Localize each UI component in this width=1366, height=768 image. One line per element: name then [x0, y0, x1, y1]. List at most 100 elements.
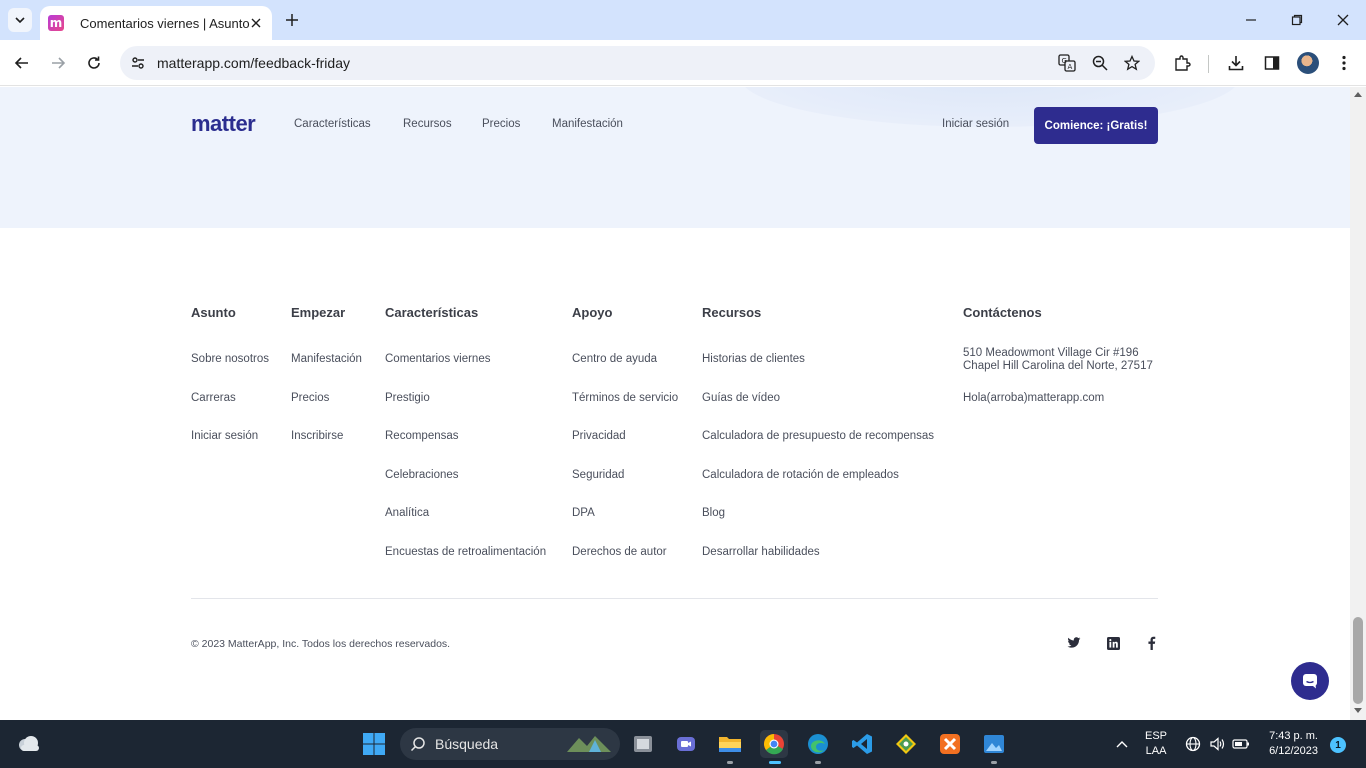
tab-close-button[interactable] [248, 15, 264, 31]
translate-button[interactable]: GA [1057, 53, 1077, 73]
footer-link[interactable]: Celebraciones [385, 469, 546, 508]
input-language[interactable]: ESP LAA [1145, 729, 1167, 759]
footer-link[interactable]: Analítica [385, 507, 546, 546]
get-started-button[interactable]: Comience: ¡Gratis! [1034, 107, 1158, 144]
edge-icon [808, 734, 828, 754]
footer-link[interactable]: Seguridad [572, 469, 678, 508]
footer-link[interactable]: Calculadora de presupuesto de recompensa… [702, 430, 934, 469]
zoom-out-icon [1092, 55, 1108, 71]
footer-link[interactable]: Guías de vídeo [702, 392, 934, 431]
teams-chat-button[interactable] [672, 730, 700, 758]
footer-link[interactable]: Derechos de autor [572, 546, 678, 585]
clock-time: 7:43 p. m. [1269, 730, 1318, 742]
battery-button[interactable] [1230, 730, 1252, 758]
footer-link[interactable]: Historias de clientes [702, 353, 934, 392]
notification-badge[interactable]: 1 [1330, 737, 1346, 753]
task-view-button[interactable] [629, 730, 657, 758]
chrome-button[interactable] [760, 730, 788, 758]
scroll-down-icon[interactable] [1354, 708, 1362, 713]
weather-widget[interactable] [15, 730, 43, 758]
git-button[interactable] [892, 730, 920, 758]
footer-link[interactable]: Recompensas [385, 430, 546, 469]
vscode-button[interactable] [848, 730, 876, 758]
facebook-icon [1147, 636, 1155, 650]
footer-link[interactable]: Prestigio [385, 392, 546, 431]
chat-launcher-button[interactable] [1291, 662, 1329, 700]
taskbar-clock[interactable]: 7:43 p. m. 6/12/2023 [1252, 729, 1318, 759]
url-text[interactable]: matterapp.com/feedback-friday [157, 55, 350, 71]
reload-icon [88, 56, 100, 69]
facebook-link[interactable] [1143, 635, 1159, 651]
reload-button[interactable] [82, 51, 106, 75]
nav-link-precios[interactable]: Precios [482, 118, 520, 130]
running-indicator [815, 761, 821, 764]
footer-column-title: Empezar [291, 305, 346, 320]
tab-search-button[interactable] [8, 8, 32, 32]
running-indicator [727, 761, 733, 764]
back-button[interactable] [10, 51, 34, 75]
start-button[interactable] [360, 730, 388, 758]
network-button[interactable] [1182, 730, 1204, 758]
footer-link[interactable]: Encuestas de retroalimentación [385, 546, 546, 585]
show-hidden-icons-button[interactable] [1108, 730, 1136, 758]
profile-avatar[interactable] [1297, 52, 1319, 74]
page-scrollbar[interactable] [1350, 87, 1366, 720]
search-icon [410, 737, 425, 752]
chrome-icon [764, 734, 784, 755]
footer-link[interactable]: Blog [702, 507, 934, 546]
footer-column-caracteristicas: Características Comentarios viernes Pres… [385, 305, 546, 584]
footer-link[interactable]: Privacidad [572, 430, 678, 469]
linkedin-link[interactable] [1105, 635, 1121, 651]
arrow-left-icon [14, 57, 28, 69]
footer-link[interactable]: Manifestación [291, 353, 362, 392]
paint-button[interactable] [980, 730, 1008, 758]
scroll-up-icon[interactable] [1354, 92, 1362, 97]
footer-link[interactable]: Términos de servicio [572, 392, 678, 431]
footer-link[interactable]: Calculadora de rotación de empleados [702, 469, 934, 508]
taskbar-search[interactable]: Búsqueda [400, 728, 620, 760]
plus-icon [286, 14, 298, 26]
nav-link-caracteristicas[interactable]: Características [294, 118, 371, 130]
footer-link[interactable]: DPA [572, 507, 678, 546]
running-indicator [991, 761, 997, 764]
footer-divider [191, 598, 1158, 599]
minimize-button[interactable] [1228, 0, 1274, 40]
browser-tab-bar: m Comentarios viernes | Asunto [0, 0, 1366, 40]
contact-email[interactable]: Hola(arroba)matterapp.com [963, 392, 1153, 405]
address-bar[interactable]: matterapp.com/feedback-friday GA [120, 46, 1155, 80]
volume-button[interactable] [1206, 730, 1228, 758]
footer-link[interactable]: Carreras [191, 392, 269, 431]
site-header: matter Características Recursos Precios … [0, 87, 1350, 228]
zoom-button[interactable] [1090, 53, 1110, 73]
matter-logo[interactable]: matter [191, 111, 256, 137]
chat-icon [1303, 674, 1317, 689]
close-icon [251, 18, 261, 28]
puzzle-icon [1175, 55, 1191, 71]
xampp-button[interactable] [936, 730, 964, 758]
bookmark-button[interactable] [1122, 53, 1142, 73]
forward-button[interactable] [46, 51, 70, 75]
restore-button[interactable] [1274, 0, 1320, 40]
new-tab-button[interactable] [282, 10, 302, 30]
file-explorer-button[interactable] [716, 730, 744, 758]
menu-button[interactable] [1333, 52, 1355, 74]
twitter-link[interactable] [1066, 635, 1082, 651]
close-window-button[interactable] [1320, 0, 1366, 40]
downloads-button[interactable] [1225, 52, 1247, 74]
footer-link[interactable]: Iniciar sesión [191, 430, 269, 469]
nav-link-manifestacion[interactable]: Manifestación [552, 118, 623, 130]
signin-link[interactable]: Iniciar sesión [942, 118, 1009, 130]
footer-link[interactable]: Inscribirse [291, 430, 362, 469]
footer-link[interactable]: Centro de ayuda [572, 353, 678, 392]
extensions-button[interactable] [1171, 52, 1193, 74]
side-panel-button[interactable] [1261, 52, 1283, 74]
nav-link-recursos[interactable]: Recursos [403, 118, 452, 130]
footer-link[interactable]: Comentarios viernes [385, 353, 546, 392]
footer-link[interactable]: Precios [291, 392, 362, 431]
edge-button[interactable] [804, 730, 832, 758]
footer-link[interactable]: Sobre nosotros [191, 353, 269, 392]
active-tab[interactable]: m Comentarios viernes | Asunto [40, 6, 272, 40]
site-info-button[interactable] [128, 53, 148, 73]
footer-link[interactable]: Desarrollar habilidades [702, 546, 934, 585]
scroll-thumb[interactable] [1353, 617, 1363, 704]
